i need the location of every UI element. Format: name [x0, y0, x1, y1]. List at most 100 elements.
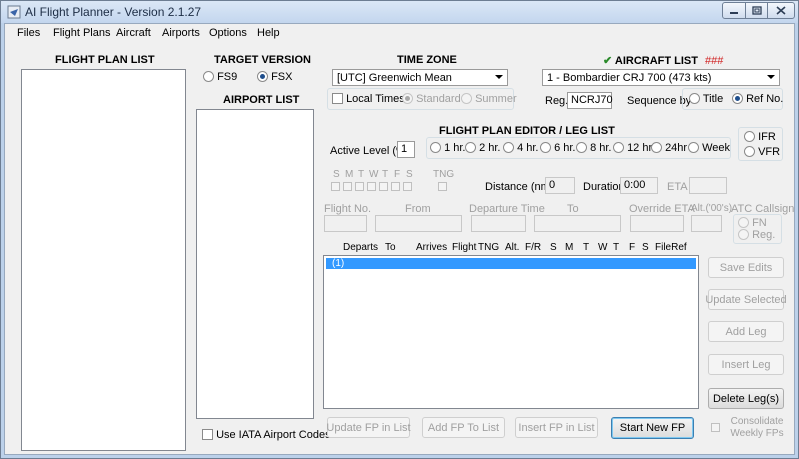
day-checkbox[interactable]	[379, 182, 388, 191]
interval-6hr[interactable]: 6 hr.	[540, 142, 575, 154]
menu-options[interactable]: Options	[209, 27, 247, 39]
fn-option[interactable]: FN	[738, 217, 767, 229]
sequence-title-option[interactable]: Title	[689, 93, 723, 105]
fn-radio[interactable]	[738, 217, 749, 228]
fs9-radio[interactable]	[203, 71, 214, 82]
add-leg-button[interactable]: Add Leg	[708, 321, 784, 342]
insert-leg-button[interactable]: Insert Leg	[708, 354, 784, 375]
maximize-button[interactable]	[745, 2, 768, 19]
editor-header: FLIGHT PLAN EDITOR / LEG LIST	[439, 125, 615, 137]
duration-label: Duration	[583, 181, 625, 193]
title-bar[interactable]: AI Flight Planner - Version 2.1.27	[1, 1, 798, 23]
local-times-option[interactable]: Local Times	[332, 93, 405, 105]
check-icon: ✔	[603, 55, 613, 67]
from-input[interactable]	[375, 215, 462, 232]
app-icon	[7, 5, 21, 19]
interval-12hr-radio[interactable]	[613, 142, 624, 153]
flight-no-input[interactable]	[324, 215, 367, 232]
use-iata-checkbox[interactable]	[202, 429, 213, 440]
sequence-refno-radio[interactable]	[732, 93, 743, 104]
duration-value: 0:00	[620, 177, 658, 194]
interval-8hr-radio[interactable]	[576, 142, 587, 153]
interval-1hr[interactable]: 1 hr.	[430, 142, 465, 154]
aircraft-list-header: ✔ AIRCRAFT LIST ###	[603, 55, 724, 67]
minimize-button[interactable]	[722, 2, 746, 19]
menu-files[interactable]: Files	[17, 27, 40, 39]
sequence-refno-option[interactable]: Ref No.	[732, 93, 783, 105]
ifr-radio[interactable]	[744, 131, 755, 142]
airport-list-header: AIRPORT LIST	[223, 94, 300, 106]
insert-fp-button[interactable]: Insert FP in List	[515, 417, 598, 438]
vfr-radio[interactable]	[744, 146, 755, 157]
leg-list-header: Departs To Arrives Flight TNG Alt. F/R S…	[343, 242, 687, 253]
override-eta-input[interactable]	[630, 215, 684, 232]
fs9-option[interactable]: FS9	[203, 71, 237, 83]
app-window: AI Flight Planner - Version 2.1.27 Files…	[0, 0, 799, 459]
fsx-radio[interactable]	[257, 71, 268, 82]
update-selected-button[interactable]: Update Selected	[705, 289, 787, 310]
interval-6hr-radio[interactable]	[540, 142, 551, 153]
interval-week[interactable]: Week	[688, 142, 730, 154]
eta-label: ETA	[667, 181, 688, 193]
departure-time-input[interactable]	[471, 215, 526, 232]
day-checkbox[interactable]	[355, 182, 364, 191]
interval-24hr-radio[interactable]	[651, 142, 662, 153]
menu-airports[interactable]: Airports	[162, 27, 200, 39]
summer-radio[interactable]	[461, 93, 472, 104]
alt-label: Alt.('00's)	[691, 203, 733, 214]
tng-checkbox[interactable]	[438, 182, 447, 191]
delete-legs-button[interactable]: Delete Leg(s)	[708, 388, 784, 409]
aircraft-select[interactable]: 1 - Bombardier CRJ 700 (473 kts)	[542, 69, 780, 86]
aircraft-marker: ###	[705, 55, 724, 67]
use-iata-option[interactable]: Use IATA Airport Codes	[202, 429, 331, 441]
consolidate-checkbox[interactable]	[711, 423, 720, 432]
add-fp-button[interactable]: Add FP To List	[422, 417, 505, 438]
interval-8hr[interactable]: 8 hr.	[576, 142, 611, 154]
update-fp-button[interactable]: Update FP in List	[326, 417, 411, 438]
flight-no-label: Flight No.	[324, 203, 372, 215]
interval-4hr-radio[interactable]	[503, 142, 514, 153]
menu-flight-plans[interactable]: Flight Plans	[53, 27, 110, 39]
day-checkbox[interactable]	[367, 182, 376, 191]
standard-option[interactable]: Standard	[402, 93, 461, 105]
interval-2hr-radio[interactable]	[465, 142, 476, 153]
alt-input[interactable]	[691, 215, 722, 232]
reg-input[interactable]: NCRJ70	[567, 92, 613, 109]
day-checkbox[interactable]	[343, 182, 352, 191]
day-checkbox[interactable]	[403, 182, 412, 191]
minimize-icon	[730, 11, 738, 14]
interval-1hr-radio[interactable]	[430, 142, 441, 153]
list-item[interactable]: (1)	[326, 258, 696, 269]
ifr-option[interactable]: IFR	[744, 131, 776, 143]
local-times-checkbox[interactable]	[332, 93, 343, 104]
active-level-input[interactable]: 1	[397, 141, 415, 158]
summer-option[interactable]: Summer	[461, 93, 517, 105]
save-edits-button[interactable]: Save Edits	[708, 257, 784, 278]
airport-list[interactable]	[196, 109, 314, 419]
vfr-option[interactable]: VFR	[744, 146, 780, 158]
reg-radio[interactable]	[738, 229, 749, 240]
menu-help[interactable]: Help	[257, 27, 280, 39]
close-icon	[776, 6, 786, 15]
close-button[interactable]	[767, 2, 795, 19]
day-checkbox[interactable]	[391, 182, 400, 191]
time-zone-select[interactable]: [UTC] Greenwich Mean	[332, 69, 508, 86]
standard-radio[interactable]	[402, 93, 413, 104]
departure-time-label: Departure Time	[469, 203, 545, 215]
fsx-option[interactable]: FSX	[257, 71, 292, 83]
interval-12hr[interactable]: 12 hr	[613, 142, 652, 154]
sequence-title-radio[interactable]	[689, 93, 700, 104]
reg-label: Reg.	[545, 95, 569, 107]
menu-aircraft[interactable]: Aircraft	[116, 27, 151, 39]
reg-option[interactable]: Reg.	[738, 229, 775, 241]
to-input[interactable]	[534, 215, 621, 232]
client-area: Files Flight Plans Aircraft Airports Opt…	[4, 23, 795, 455]
flight-plan-list[interactable]	[21, 69, 186, 451]
interval-2hr[interactable]: 2 hr.	[465, 142, 500, 154]
interval-week-radio[interactable]	[688, 142, 699, 153]
interval-4hr[interactable]: 4 hr.	[503, 142, 538, 154]
day-checkbox[interactable]	[331, 182, 340, 191]
interval-24hr[interactable]: 24hr	[651, 142, 687, 154]
leg-list[interactable]: (1)	[323, 255, 699, 409]
start-new-fp-button[interactable]: Start New FP	[611, 417, 694, 439]
